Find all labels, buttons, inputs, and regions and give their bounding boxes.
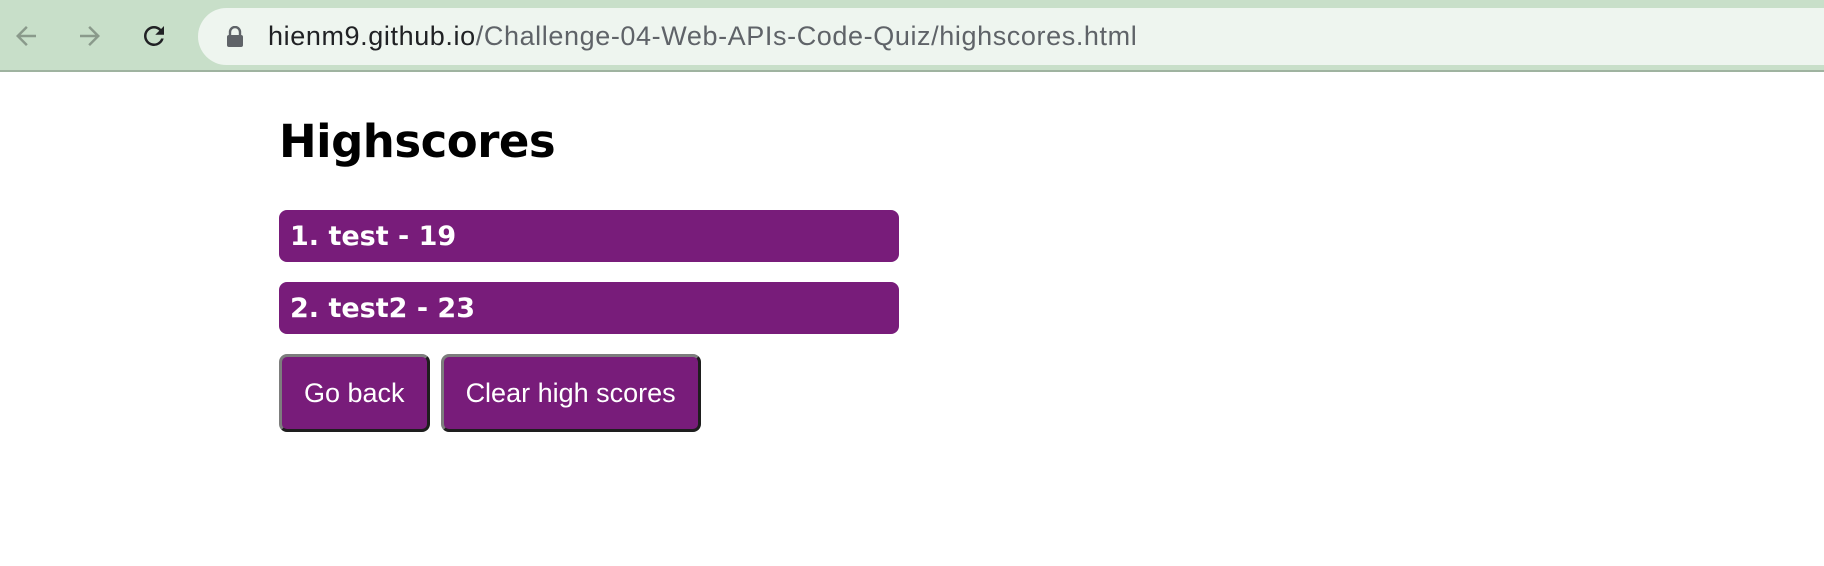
page-title: Highscores <box>279 115 556 168</box>
reload-icon[interactable] <box>134 16 174 56</box>
main-content: Highscores 1. test - 19 2. test2 - 23 Go… <box>279 110 899 432</box>
back-arrow-icon[interactable] <box>6 16 46 56</box>
lock-icon[interactable] <box>226 25 244 48</box>
highscore-item: 2. test2 - 23 <box>279 282 899 334</box>
clear-high-scores-button[interactable]: Clear high scores <box>440 354 701 432</box>
browser-toolbar: hienm9.github.io/Challenge-04-Web-APIs-C… <box>0 0 1824 72</box>
url-text[interactable]: hienm9.github.io/Challenge-04-Web-APIs-C… <box>268 21 1137 52</box>
url-path: /Challenge-04-Web-APIs-Code-Quiz/highsco… <box>475 21 1138 51</box>
address-bar[interactable]: hienm9.github.io/Challenge-04-Web-APIs-C… <box>198 8 1824 65</box>
button-row: Go back Clear high scores <box>279 354 899 432</box>
highscore-list: 1. test - 19 2. test2 - 23 <box>279 210 899 334</box>
url-host: hienm9.github.io <box>268 21 476 51</box>
go-back-button[interactable]: Go back <box>279 354 430 432</box>
highscore-item: 1. test - 19 <box>279 210 899 262</box>
forward-arrow-icon[interactable] <box>70 16 110 56</box>
